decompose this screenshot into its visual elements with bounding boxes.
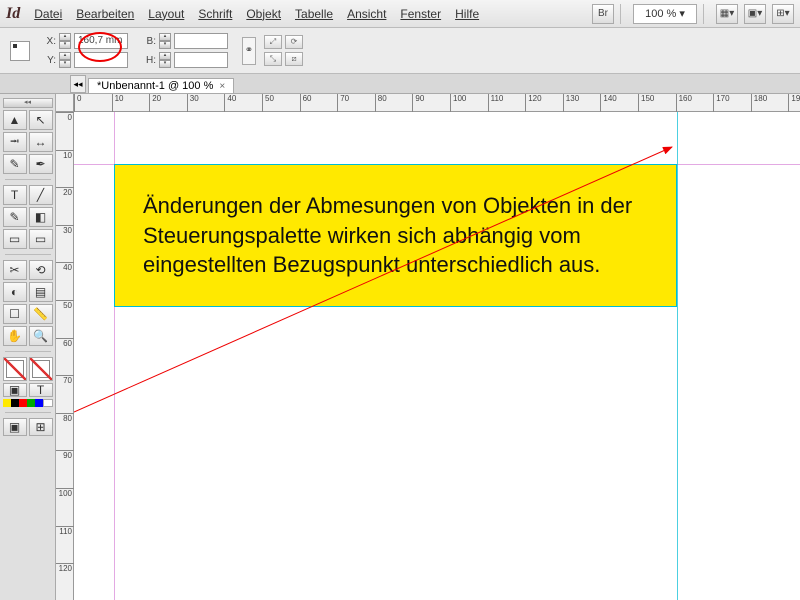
- document-tab[interactable]: *Unbenannt-1 @ 100 % ×: [88, 78, 234, 93]
- normal-view-mode[interactable]: ▣: [3, 418, 27, 436]
- close-tab-icon[interactable]: ×: [219, 81, 225, 92]
- vertical-ruler[interactable]: 0102030405060708090100110120130: [56, 112, 74, 600]
- y-field[interactable]: [74, 52, 128, 68]
- pen-tool[interactable]: ✎: [3, 207, 27, 227]
- line-tool[interactable]: ╱: [29, 185, 53, 205]
- h-label: H:: [142, 55, 156, 66]
- reference-point-proxy[interactable]: [10, 41, 30, 61]
- menu-bearbeiten[interactable]: Bearbeiten: [76, 7, 134, 21]
- stroke-swatch[interactable]: [29, 357, 53, 381]
- w-field[interactable]: [174, 33, 228, 49]
- screen-mode-button[interactable]: ▣▾: [744, 4, 766, 24]
- menu-schrift[interactable]: Schrift: [198, 7, 232, 21]
- page-area[interactable]: Änderungen der Abmesungen von Objekten i…: [74, 112, 800, 600]
- scissors-tool[interactable]: ✂: [3, 260, 27, 280]
- menu-tabelle[interactable]: Tabelle: [295, 7, 333, 21]
- toolbox-collapse[interactable]: ◂◂: [3, 98, 53, 108]
- menu-bar: Id Datei Bearbeiten Layout Schrift Objek…: [0, 0, 800, 28]
- app-logo: Id: [6, 5, 20, 23]
- preview-mode[interactable]: ⊞: [29, 418, 53, 436]
- control-panel: X: ▴▾ 160,7 mm Y: ▴▾ B: ▴▾ H: ▴▾ ⚭ ⤢ ⟳ ⤡…: [0, 28, 800, 74]
- menu-layout[interactable]: Layout: [148, 7, 184, 21]
- w-label: B:: [142, 36, 156, 47]
- x-stepper[interactable]: ▴▾: [59, 33, 71, 49]
- tools-panel: ◂◂ ▲↖ ⭲↔ ✎✒ T╱ ✎◧ ▭▭ ✂⟲ ◐▤ ☐📏 ✋🔍 ▣T ▣ ⊞: [0, 94, 56, 600]
- shear-icon[interactable]: ⧄: [285, 52, 303, 66]
- h-stepper[interactable]: ▴▾: [159, 52, 171, 68]
- page-tool[interactable]: ⭲: [3, 132, 27, 152]
- gradient-feather-tool[interactable]: ▤: [29, 282, 53, 302]
- formatting-container-icon[interactable]: ▣: [3, 383, 27, 397]
- text-frame[interactable]: Änderungen der Abmesungen von Objekten i…: [114, 164, 677, 307]
- hand-tool[interactable]: ✋: [3, 326, 27, 346]
- x-label: X:: [42, 36, 56, 47]
- view-options-button[interactable]: ▦▾: [716, 4, 738, 24]
- menu-fenster[interactable]: Fenster: [400, 7, 441, 21]
- document-tab-title: *Unbenannt-1 @ 100 %: [97, 80, 213, 92]
- transform-icon-group: ⤢ ⟳ ⤡ ⧄: [264, 35, 310, 66]
- zoom-level-select[interactable]: 100 % ▾: [633, 4, 697, 24]
- constrain-proportions-icon[interactable]: ⚭: [242, 37, 256, 65]
- gap-tool[interactable]: ↔: [29, 132, 53, 152]
- measure-tool[interactable]: 📏: [29, 304, 53, 324]
- note-tool[interactable]: ☐: [3, 304, 27, 324]
- direct-selection-tool[interactable]: ↖: [29, 110, 53, 130]
- rectangle-tool[interactable]: ▭: [29, 229, 53, 249]
- column-guide[interactable]: [677, 112, 678, 600]
- selection-tool[interactable]: ▲: [3, 110, 27, 130]
- default-color-chips[interactable]: [3, 399, 53, 407]
- rotate-icon[interactable]: ⟳: [285, 35, 303, 49]
- menu-datei[interactable]: Datei: [34, 7, 62, 21]
- bridge-button[interactable]: Br: [592, 4, 614, 24]
- zoom-tool[interactable]: 🔍: [29, 326, 53, 346]
- scale-x-icon[interactable]: ⤢: [264, 35, 282, 49]
- menu-ansicht[interactable]: Ansicht: [347, 7, 386, 21]
- pencil-tool[interactable]: ◧: [29, 207, 53, 227]
- gradient-swatch-tool[interactable]: ◐: [3, 282, 27, 302]
- ruler-origin[interactable]: [56, 94, 74, 112]
- x-field[interactable]: 160,7 mm: [74, 33, 128, 49]
- free-transform-tool[interactable]: ⟲: [29, 260, 53, 280]
- h-field[interactable]: [174, 52, 228, 68]
- y-label: Y:: [42, 55, 56, 66]
- menu-hilfe[interactable]: Hilfe: [455, 7, 479, 21]
- formatting-text-icon[interactable]: T: [29, 383, 53, 397]
- document-tab-strip: ◂◂ *Unbenannt-1 @ 100 % ×: [0, 74, 800, 94]
- arrange-documents-button[interactable]: ⊞▾: [772, 4, 794, 24]
- rectangle-frame-tool[interactable]: ▭: [3, 229, 27, 249]
- scale-y-icon[interactable]: ⤡: [264, 52, 282, 66]
- content-placer-tool[interactable]: ✒: [29, 154, 53, 174]
- w-stepper[interactable]: ▴▾: [159, 33, 171, 49]
- separator: [703, 4, 704, 24]
- content-collector-tool[interactable]: ✎: [3, 154, 27, 174]
- y-stepper[interactable]: ▴▾: [59, 52, 71, 68]
- type-tool[interactable]: T: [3, 185, 27, 205]
- horizontal-ruler[interactable]: 0102030405060708090100110120130140150160…: [74, 94, 800, 112]
- tab-scroll-prev[interactable]: ◂◂: [70, 75, 86, 93]
- separator: [620, 4, 621, 24]
- text-frame-content: Änderungen der Abmesungen von Objekten i…: [143, 193, 632, 277]
- fill-swatch[interactable]: [3, 357, 27, 381]
- document-canvas[interactable]: 0102030405060708090100110120130140150160…: [56, 94, 800, 600]
- menu-objekt[interactable]: Objekt: [246, 7, 281, 21]
